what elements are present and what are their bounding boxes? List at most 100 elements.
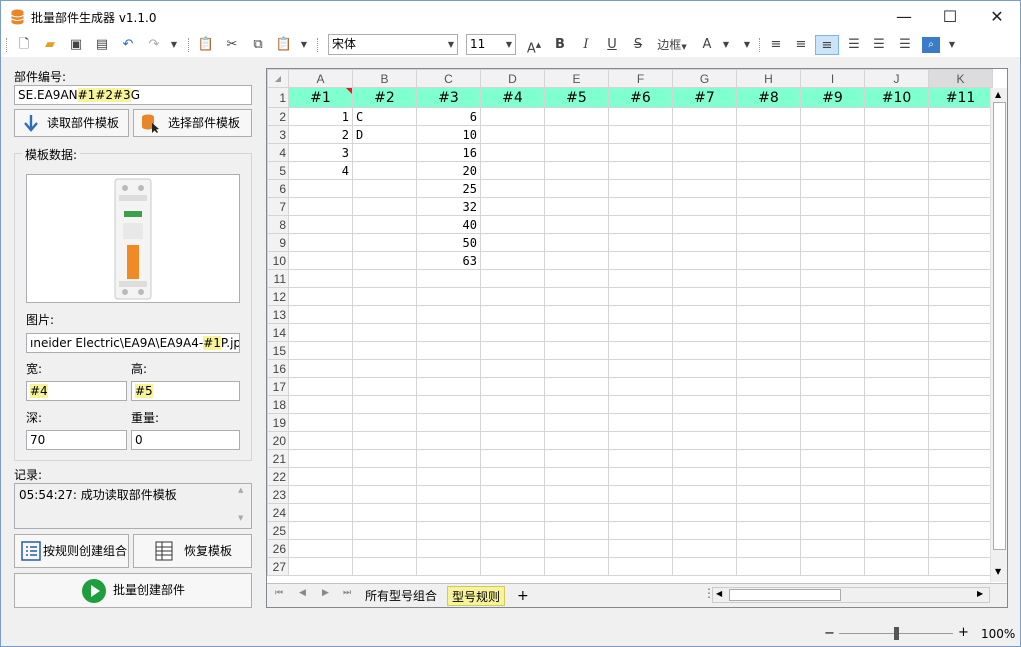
cell[interactable]: [608, 449, 673, 468]
row-header[interactable]: 25: [267, 521, 289, 540]
cell[interactable]: [864, 521, 929, 540]
cell[interactable]: [608, 377, 673, 396]
cell[interactable]: [608, 107, 673, 126]
cell[interactable]: [800, 107, 865, 126]
paste-icon[interactable]: 📋: [197, 35, 215, 55]
cell[interactable]: [672, 359, 737, 378]
cell[interactable]: [416, 485, 481, 504]
cell[interactable]: [672, 197, 737, 216]
row-header[interactable]: 23: [267, 485, 289, 504]
cell[interactable]: 16: [416, 143, 481, 162]
cell[interactable]: [480, 359, 545, 378]
cell[interactable]: [544, 125, 609, 144]
cell[interactable]: [864, 539, 929, 558]
cell[interactable]: [288, 377, 353, 396]
restore-template-button[interactable]: 恢复模板: [133, 534, 252, 568]
border-button[interactable]: 边框▼: [655, 35, 689, 55]
paste-special-icon[interactable]: 📋: [275, 35, 293, 55]
cell[interactable]: [672, 305, 737, 324]
cell[interactable]: [608, 485, 673, 504]
cell[interactable]: [800, 539, 865, 558]
cell[interactable]: [864, 359, 929, 378]
height-input[interactable]: #5: [131, 381, 240, 401]
cell[interactable]: [800, 413, 865, 432]
cell[interactable]: [544, 395, 609, 414]
cell[interactable]: [416, 431, 481, 450]
font-name-select[interactable]: 宋体 ▼: [328, 34, 458, 55]
cell[interactable]: [608, 521, 673, 540]
cell[interactable]: [736, 557, 801, 576]
add-sheet-button[interactable]: +: [513, 586, 533, 606]
read-template-button[interactable]: 读取部件模板: [14, 109, 129, 137]
cell[interactable]: 25: [416, 179, 481, 198]
row-header[interactable]: 18: [267, 395, 289, 414]
log-scrollbar[interactable]: ▲ ▼: [234, 484, 251, 528]
cell[interactable]: [544, 341, 609, 360]
cell[interactable]: [288, 413, 353, 432]
cell[interactable]: [928, 179, 993, 198]
cell[interactable]: [800, 395, 865, 414]
cell[interactable]: [288, 359, 353, 378]
scroll-down-icon[interactable]: ▼: [995, 567, 1001, 576]
scroll-left-icon[interactable]: ◀: [716, 589, 722, 598]
cell[interactable]: [352, 485, 417, 504]
cell[interactable]: [480, 341, 545, 360]
cell[interactable]: [864, 179, 929, 198]
cell[interactable]: [736, 377, 801, 396]
cell[interactable]: 50: [416, 233, 481, 252]
cell[interactable]: [480, 395, 545, 414]
cell[interactable]: [416, 557, 481, 576]
cell[interactable]: [480, 107, 545, 126]
cell[interactable]: [864, 341, 929, 360]
row-header[interactable]: 3: [267, 125, 289, 144]
header-cell[interactable]: #4: [480, 87, 545, 108]
copy-icon[interactable]: ⧉: [249, 35, 267, 55]
cell[interactable]: [288, 467, 353, 486]
align-top-icon[interactable]: ≡: [767, 35, 785, 55]
cell[interactable]: [928, 359, 993, 378]
select-all-corner[interactable]: ◢: [267, 69, 289, 88]
select-template-button[interactable]: 选择部件模板: [133, 109, 252, 137]
row-header[interactable]: 11: [267, 269, 289, 288]
cell[interactable]: [800, 341, 865, 360]
cell[interactable]: [352, 251, 417, 270]
cell[interactable]: [352, 143, 417, 162]
cell[interactable]: [736, 539, 801, 558]
scroll-right-icon[interactable]: ▶: [977, 589, 983, 598]
image-path-input[interactable]: ıneider Electric\EA9A\EA9A4-#1P.jpg: [26, 333, 240, 353]
cell[interactable]: [288, 503, 353, 522]
cell[interactable]: [736, 269, 801, 288]
cell[interactable]: [800, 503, 865, 522]
cell[interactable]: [544, 521, 609, 540]
cell[interactable]: [352, 449, 417, 468]
cell[interactable]: [928, 539, 993, 558]
row-header[interactable]: 19: [267, 413, 289, 432]
cell[interactable]: [352, 197, 417, 216]
cell[interactable]: [544, 143, 609, 162]
cell[interactable]: [672, 107, 737, 126]
cell[interactable]: [736, 413, 801, 432]
cell[interactable]: [928, 431, 993, 450]
cell[interactable]: [736, 323, 801, 342]
cell[interactable]: [800, 377, 865, 396]
cell[interactable]: [608, 413, 673, 432]
cell[interactable]: [864, 251, 929, 270]
column-header-k[interactable]: K: [928, 69, 993, 88]
cell[interactable]: [288, 323, 353, 342]
cell[interactable]: [736, 125, 801, 144]
cell[interactable]: [480, 323, 545, 342]
find-icon[interactable]: ⌕: [922, 37, 940, 53]
cell[interactable]: [544, 305, 609, 324]
cell[interactable]: [352, 179, 417, 198]
row-header[interactable]: 13: [267, 305, 289, 324]
cell[interactable]: [928, 503, 993, 522]
column-header-j[interactable]: J: [864, 69, 929, 88]
cell[interactable]: [736, 107, 801, 126]
cell[interactable]: [672, 377, 737, 396]
header-cell[interactable]: #11: [928, 87, 993, 108]
cell[interactable]: [416, 305, 481, 324]
spreadsheet-grid[interactable]: ◢ ABCDEFGHIJK 1 #1 #2 #3 #4 #5 #6 #7 #8 #9 #10 #11 2…: [267, 69, 993, 576]
cell[interactable]: [800, 197, 865, 216]
align-middle-icon[interactable]: ≡: [792, 35, 810, 55]
scroll-up-icon[interactable]: ▲: [995, 90, 1001, 99]
